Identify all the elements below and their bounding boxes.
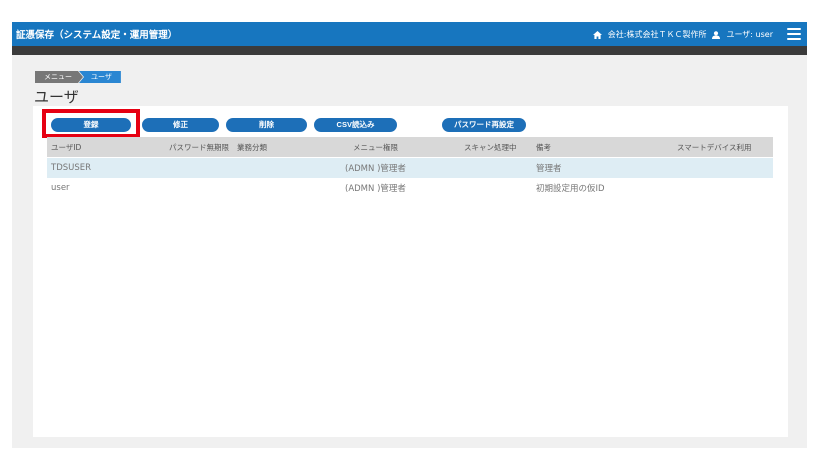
app-title: 証憑保存（システム設定・運用管理） [16,30,178,41]
register-button-highlight [42,109,140,138]
content-panel: 登録 修正 削除 CSV読込み パスワード再設定 ユーザID パスワード無期限 … [33,106,788,437]
breadcrumb-menu[interactable]: メニュー [35,71,83,83]
app-window: 証憑保存（システム設定・運用管理） 会社:株式会社ＴＫＣ製作所 ユーザ: use… [12,22,807,448]
header-info: 会社:株式会社ＴＫＣ製作所 ユーザ: user [592,29,773,40]
cell-user-id: user [51,183,70,193]
cell-user-id: TDSUSER [51,163,92,173]
table-row[interactable]: TDSUSER (ADMN )管理者 管理者 [47,158,773,178]
page-title: ユーザ [34,88,79,106]
edit-button[interactable]: 修正 [142,118,219,132]
cell-remarks: 初期設定用の仮ID [536,184,605,194]
user-name: ユーザ: user [726,30,773,39]
table-row[interactable]: user (ADMN )管理者 初期設定用の仮ID [47,178,773,198]
table-header: ユーザID パスワード無期限 業務分類 メニュー権限 スキャン処理中 備考 スマ… [47,137,773,157]
hamburger-menu-icon[interactable] [787,27,801,41]
app-header: 証憑保存（システム設定・運用管理） 会社:株式会社ＴＫＣ製作所 ユーザ: use… [12,22,807,46]
breadcrumb-user: ユーザ [79,71,121,83]
column-header-remarks[interactable]: 備考 [536,137,551,157]
column-header-business-category[interactable]: 業務分類 [237,137,267,157]
column-header-smart-device[interactable]: スマートデバイス利用 [677,137,752,157]
delete-button[interactable]: 削除 [226,118,307,132]
csv-import-button[interactable]: CSV読込み [314,118,397,132]
user-icon [712,30,721,39]
cell-menu-permission: (ADMN )管理者 [345,184,406,194]
sub-bar [12,46,807,55]
breadcrumb: メニュー ユーザ [35,71,121,83]
column-header-menu-permission[interactable]: メニュー権限 [353,137,398,157]
cell-remarks: 管理者 [536,164,562,174]
password-reset-button[interactable]: パスワード再設定 [442,118,526,132]
cell-menu-permission: (ADMN )管理者 [345,164,406,174]
column-header-scan-processing[interactable]: スキャン処理中 [464,137,517,157]
column-header-user-id[interactable]: ユーザID [51,137,81,157]
column-header-password-no-expiry[interactable]: パスワード無期限 [169,137,229,157]
home-icon[interactable] [592,30,602,39]
company-name: 会社:株式会社ＴＫＣ製作所 [607,30,707,39]
